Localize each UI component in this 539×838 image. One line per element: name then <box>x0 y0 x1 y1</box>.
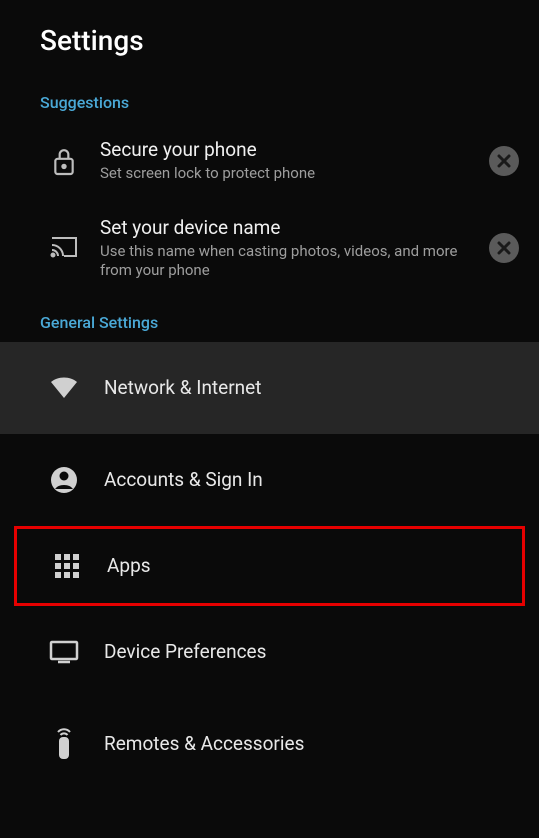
dismiss-button[interactable] <box>489 233 519 263</box>
suggestion-text: Set your device name Use this name when … <box>88 216 479 281</box>
page-title: Settings <box>40 24 499 57</box>
suggestion-subtitle: Use this name when casting photos, video… <box>100 242 479 281</box>
account-icon <box>40 466 88 494</box>
suggestion-subtitle: Set screen lock to protect phone <box>100 164 479 184</box>
setting-accounts[interactable]: Accounts & Sign In <box>0 434 539 526</box>
setting-remotes[interactable]: Remotes & Accessories <box>0 698 539 790</box>
header: Settings <box>0 0 539 77</box>
highlight-apps: Apps <box>14 526 525 606</box>
cast-icon <box>40 235 88 261</box>
suggestion-secure-phone[interactable]: Secure your phone Set screen lock to pro… <box>0 122 539 200</box>
wifi-icon <box>40 376 88 400</box>
suggestion-title: Secure your phone <box>100 138 479 161</box>
suggestions-label: Suggestions <box>0 77 539 122</box>
suggestion-title: Set your device name <box>100 216 479 239</box>
setting-apps[interactable]: Apps <box>17 529 522 603</box>
close-icon <box>497 154 511 168</box>
setting-device[interactable]: Device Preferences <box>0 606 539 698</box>
suggestion-device-name[interactable]: Set your device name Use this name when … <box>0 200 539 297</box>
suggestion-text: Secure your phone Set screen lock to pro… <box>88 138 479 184</box>
close-icon <box>497 241 511 255</box>
setting-label: Network & Internet <box>88 376 499 399</box>
setting-label: Apps <box>91 554 496 577</box>
apps-icon <box>43 553 91 579</box>
setting-label: Remotes & Accessories <box>88 732 499 755</box>
general-label: General Settings <box>0 297 539 342</box>
lock-icon <box>40 145 88 177</box>
monitor-icon <box>40 640 88 664</box>
setting-label: Accounts & Sign In <box>88 468 499 491</box>
dismiss-button[interactable] <box>489 146 519 176</box>
setting-label: Device Preferences <box>88 640 499 663</box>
remote-icon <box>40 728 88 760</box>
setting-network[interactable]: Network & Internet <box>0 342 539 434</box>
